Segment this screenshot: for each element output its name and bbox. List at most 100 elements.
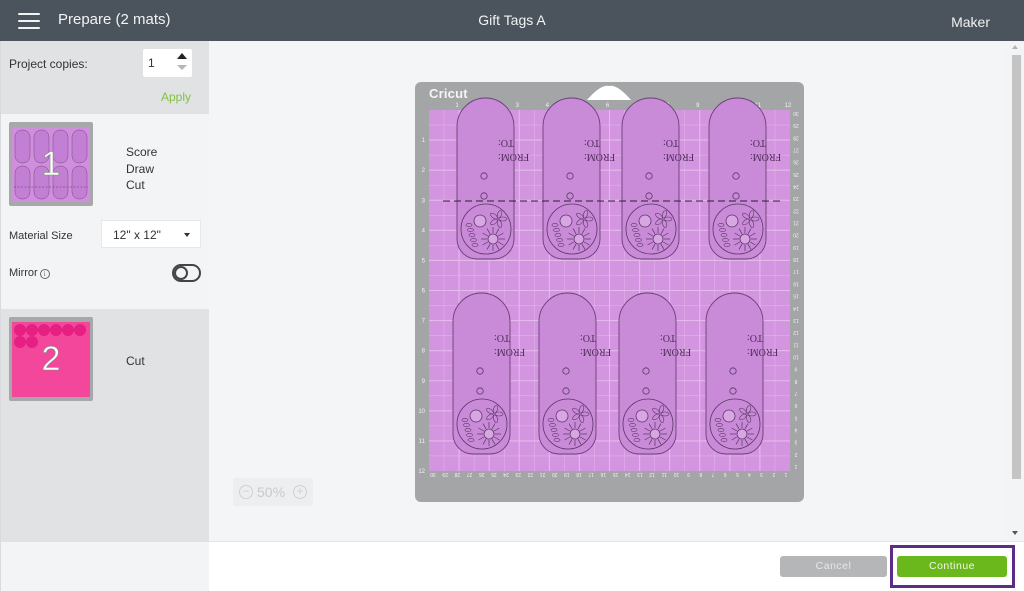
ruler-right-label: 21 <box>793 220 799 226</box>
floral-center <box>487 233 499 245</box>
ruler-left-label: 6 <box>422 289 426 295</box>
tag-text-from: FROM: <box>750 151 781 162</box>
ruler-bottom-label: 6 <box>724 471 727 477</box>
ruler-bottom-label: 21 <box>540 471 546 477</box>
ruler-bottom-label: 10 <box>673 471 679 477</box>
operation-cut: Cut <box>126 178 145 192</box>
ruler-left-label: 7 <box>422 319 426 325</box>
zoom-in-icon[interactable]: + <box>293 485 307 499</box>
ruler-right-label: 11 <box>793 341 798 347</box>
info-icon[interactable]: i <box>39 269 50 279</box>
project-copies-input[interactable]: 1 <box>143 49 192 77</box>
ruler-right-label: 22 <box>793 207 799 213</box>
floral-center <box>736 428 748 440</box>
floral-center <box>473 214 487 228</box>
ruler-right-label: 18 <box>793 256 799 262</box>
ruler-bottom-label: 29 <box>442 471 448 477</box>
ruler-right-label: 16 <box>793 280 799 286</box>
ruler-left-label: 8 <box>422 349 426 355</box>
continue-button[interactable]: Continue <box>897 556 1007 577</box>
zoom-out-icon[interactable]: − <box>239 485 253 499</box>
tag-text-from: FROM: <box>584 151 615 162</box>
mat-2-thumbnail[interactable]: 2 <box>9 317 93 401</box>
tag-text-to: TO: <box>498 137 514 148</box>
ruler-bottom-label: 23 <box>515 471 521 477</box>
ruler-bottom-label: 11 <box>661 471 666 477</box>
tag-text-to: TO: <box>747 332 763 343</box>
ruler-right-label: 5 <box>794 414 797 420</box>
tag-text-to: TO: <box>580 332 596 343</box>
tag-text-to: TO: <box>750 137 766 148</box>
material-size-dropdown[interactable]: 12" x 12" <box>101 220 201 248</box>
apply-button[interactable]: Apply <box>161 90 191 104</box>
ruler-right-label: 25 <box>793 171 799 177</box>
ruler-bottom-label: 20 <box>552 471 558 477</box>
ruler-left-label: 9 <box>422 379 426 385</box>
machine-selector[interactable]: Maker <box>951 14 990 30</box>
hamburger-menu-icon[interactable] <box>18 13 40 29</box>
mat-2-operation-cut: Cut <box>126 354 145 368</box>
floral-center <box>559 214 573 228</box>
zoom-control: − 50% + <box>233 478 313 506</box>
ruler-left-label: 10 <box>418 409 425 415</box>
tag-text-to: TO: <box>584 137 600 148</box>
cricut-prepare-screen: Prepare (2 mats) Gift Tags A Maker Proje… <box>0 0 1024 591</box>
ruler-right-label: 13 <box>793 317 799 323</box>
scroll-up-arrow-icon[interactable] <box>1012 45 1018 49</box>
mirror-toggle[interactable] <box>172 264 201 282</box>
tag-text-from: FROM: <box>494 346 525 357</box>
scroll-down-arrow-icon[interactable] <box>1012 531 1018 535</box>
vertical-scrollbar[interactable] <box>1006 41 1024 541</box>
tag-text-from: FROM: <box>580 346 611 357</box>
mirror-label: Mirror i <box>9 267 50 279</box>
ruler-right-label: 12 <box>793 329 799 335</box>
page-title: Prepare (2 mats) <box>58 11 171 28</box>
floral-center <box>483 428 495 440</box>
toggle-knob <box>174 266 188 280</box>
project-copies-section: Project copies: 1 Apply <box>1 41 209 114</box>
ruler-bottom-label: 15 <box>613 471 619 477</box>
ruler-top-label: 4 <box>546 103 550 109</box>
mat-1-thumbnail[interactable]: 1 <box>9 122 93 206</box>
mat-2-number: 2 <box>41 339 61 378</box>
material-size-value: 12" x 12" <box>113 228 161 242</box>
ruler-right-label: 7 <box>794 390 797 396</box>
scrollbar-thumb[interactable] <box>1012 55 1021 479</box>
ruler-right-label: 27 <box>793 147 799 153</box>
floral-center <box>573 233 585 245</box>
project-copies-value[interactable]: 1 <box>148 56 155 70</box>
ruler-bottom-label: 5 <box>736 471 739 477</box>
mat-2-section[interactable]: 2 Cut <box>1 309 209 542</box>
ruler-top-label: 3 <box>516 103 520 109</box>
material-size-label: Material Size <box>9 230 73 242</box>
ruler-bottom-label: 3 <box>760 471 763 477</box>
operation-draw: Draw <box>126 161 155 176</box>
ruler-right-label: 9 <box>794 366 797 372</box>
ruler-right-label: 2 <box>794 451 797 457</box>
floral-center <box>722 409 736 423</box>
ruler-right-label: 28 <box>793 134 799 140</box>
ruler-bottom-label: 8 <box>699 471 702 477</box>
tag-text-to: TO: <box>663 137 679 148</box>
tag-text-from: FROM: <box>498 151 529 162</box>
ruler-right-label: 4 <box>794 426 797 432</box>
mat-1-section[interactable]: 1 Score Draw Cut Material Size 12" x 12"… <box>1 114 209 309</box>
tag-text-to: TO: <box>660 332 676 343</box>
ruler-right-label: 8 <box>794 378 797 384</box>
ruler-right-label: 17 <box>793 268 799 274</box>
ruler-right-label: 1 <box>794 463 797 469</box>
ruler-left-label: 1 <box>422 138 426 144</box>
ruler-bottom-label: 9 <box>687 471 690 477</box>
cancel-button[interactable]: Cancel <box>780 556 887 577</box>
ruler-bottom-label: 2 <box>772 471 775 477</box>
cricut-logo: Cricut <box>429 86 468 101</box>
ruler-left-label: 11 <box>419 439 426 445</box>
decrement-arrow-icon[interactable] <box>177 65 187 70</box>
project-copies-label: Project copies: <box>9 57 88 71</box>
tag-text-from: FROM: <box>663 151 694 162</box>
ruler-top-label: 6 <box>606 103 610 109</box>
ruler-bottom-label: 16 <box>600 471 606 477</box>
ruler-top-label: 12 <box>785 103 792 109</box>
floral-center <box>638 214 652 228</box>
increment-arrow-icon[interactable] <box>177 53 187 59</box>
